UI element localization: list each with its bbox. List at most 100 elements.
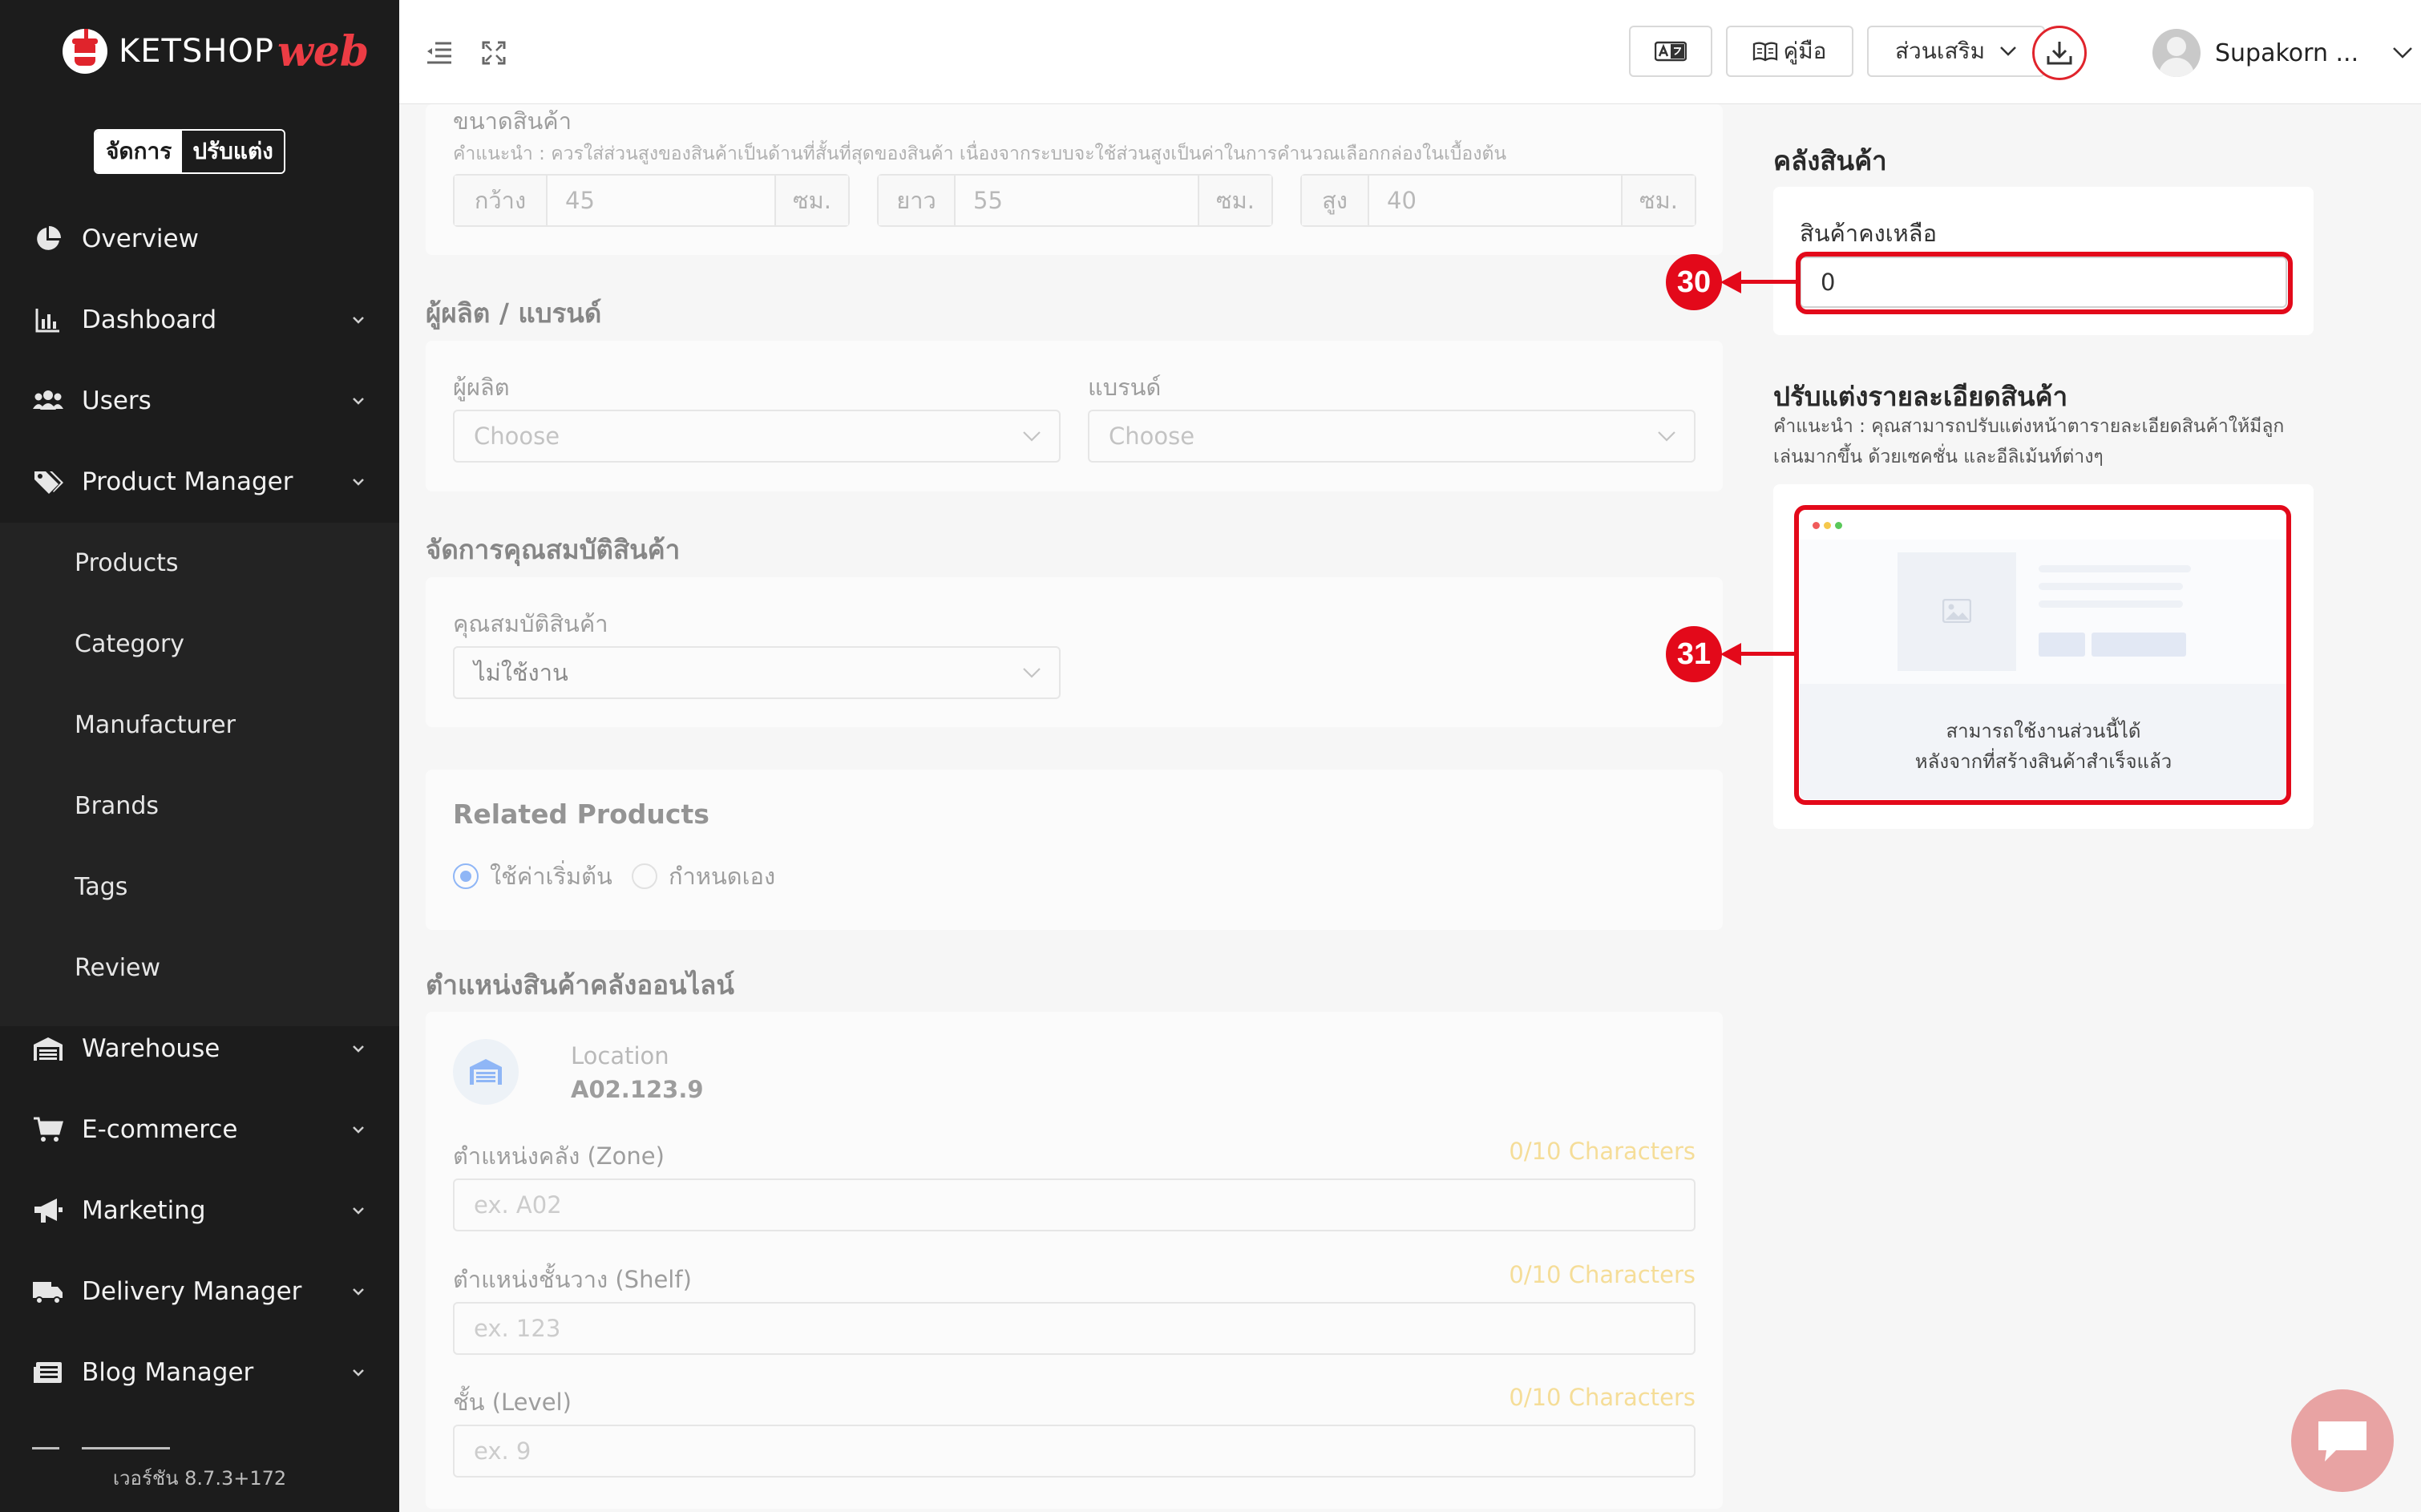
height-label: สูง [1302,176,1369,225]
users-icon [32,385,64,417]
chevron-down-icon [353,1369,364,1377]
length-input[interactable]: ยาว 55 ซม. [877,174,1273,227]
location-code: A02.123.9 [571,1076,704,1103]
shelf-placeholder: ex. 123 [474,1315,561,1342]
sidebar-item-overview[interactable]: Overview [0,199,399,279]
sidebar-subitem-products[interactable]: Products [0,523,399,603]
height-value: 40 [1387,187,1417,214]
sidebar-item-users[interactable]: Users [0,361,399,441]
warehouse-icon [32,1033,64,1065]
top-header: คู่มือ ส่วนเสริม Supakorn ... [399,0,2421,104]
attributes-value: ไม่ใช้งาน [474,659,568,686]
chevron-down-icon [353,479,364,486]
length-unit: ซม. [1198,176,1271,225]
length-label: ยาว [879,176,956,225]
sidebar-subitem-review[interactable]: Review [0,928,399,1008]
sidebar-subitem-brands[interactable]: Brands [0,766,399,846]
sidebar-subitem-label: Products [75,548,179,577]
annotation-marker-31: 31 [1666,626,1722,682]
brand-select[interactable]: Choose [1088,410,1696,463]
cart-icon [32,1114,64,1146]
sidebar-item-label: Blog Manager [82,1358,254,1387]
attributes-title: จัดการคุณสมบัติสินค้า [426,534,681,565]
mode-manage-button[interactable]: จัดการ [95,131,183,172]
related-custom-radio[interactable]: กำหนดเอง [632,858,775,895]
app-version: เวอร์ชัน 8.7.3+172 [112,1467,287,1490]
user-menu[interactable]: Supakorn ... [2152,26,2413,80]
sidebar-item-ecommerce[interactable]: E-commerce [0,1090,399,1170]
collapse-sidebar-icon[interactable] [423,37,455,69]
avatar [2152,29,2201,77]
mode-customize-button[interactable]: ปรับแต่ง [182,131,284,172]
sidebar-item-dashboard[interactable]: Dashboard [0,280,399,360]
annotation-box-stock [1796,252,2293,314]
sidebar-item-warehouse[interactable]: Warehouse [0,1009,399,1089]
level-input[interactable]: ex. 9 [453,1425,1696,1478]
fullscreen-icon[interactable] [478,37,510,69]
sidebar-subitem-manufacturer[interactable]: Manufacturer [0,685,399,765]
sidebar-subitem-tags[interactable]: Tags [0,847,399,927]
pie-chart-icon [32,223,64,255]
manual-label: คู่มือ [1783,38,1827,64]
mode-toggle[interactable]: จัดการ ปรับแต่ง [94,129,285,174]
sidebar-item-label: Product Manager [82,467,293,496]
chevron-down-icon [353,1045,364,1053]
manual-button[interactable]: คู่มือ [1726,26,1853,77]
stock-label: สินค้าคงเหลือ [1800,220,1937,247]
sidebar-item-label: Warehouse [82,1034,220,1063]
manufacturer-label: ผู้ผลิต [453,374,510,401]
sidebar-subitem-category[interactable]: Category [0,604,399,684]
related-custom-label: กำหนดเอง [669,863,776,890]
width-label: กว้าง [455,176,548,225]
brand-placeholder: Choose [1109,422,1195,450]
height-input[interactable]: สูง 40 ซม. [1300,174,1696,227]
width-input[interactable]: กว้าง 45 ซม. [453,174,850,227]
chat-button[interactable] [2291,1389,2394,1492]
stock-title: คลังสินค้า [1773,145,1887,176]
download-button[interactable] [2032,26,2087,80]
chevron-down-icon [2000,46,2016,56]
zone-input[interactable]: ex. A02 [453,1178,1696,1231]
arrow-left-icon [1720,271,1741,293]
zone-placeholder: ex. A02 [474,1191,562,1219]
sidebar-item-marketing[interactable]: Marketing [0,1170,399,1251]
sidebar-item-label: Users [82,386,152,415]
sidebar: KETSHOP web จัดการ ปรับแต่ง Overview Das… [0,0,399,1512]
radio-unchecked-icon [632,863,657,889]
dimensions-title: ขนาดสินค้า [453,107,572,135]
brand-label: แบรนด์ [1088,374,1162,401]
truck-icon [32,1275,64,1308]
attributes-select[interactable]: ไม่ใช้งาน [453,646,1061,699]
chevron-down-icon [353,1288,364,1296]
radio-checked-icon [453,863,479,889]
book-icon [1753,42,1778,62]
related-default-radio[interactable]: ใช้ค่าเริ่มต้น [453,858,612,895]
level-label: ชั้น (Level) [453,1389,572,1416]
addons-label: ส่วนเสริม [1894,38,1986,64]
related-products-card [426,770,1723,930]
user-name: Supakorn ... [2215,38,2359,67]
sidebar-item-product-manager[interactable]: Product Manager [0,442,399,522]
brand-suffix: web [277,26,370,76]
shelf-label: ตำแหน่งชั้นวาง (Shelf) [453,1266,692,1293]
sidebar-item-label: Delivery Manager [82,1277,302,1306]
translate-button[interactable] [1629,26,1712,77]
addons-dropdown[interactable]: ส่วนเสริม [1867,26,2045,77]
annotation-arrow-customize [1740,652,1796,656]
location-caption: Location [571,1042,669,1069]
related-default-label: ใช้ค่าเริ่มต้น [490,863,612,890]
manufacturer-select[interactable]: Choose [453,410,1061,463]
chevron-down-icon [353,1207,364,1215]
shelf-input[interactable]: ex. 123 [453,1302,1696,1355]
chevron-down-icon [353,398,364,405]
megaphone-icon [32,1195,64,1227]
sidebar-subitem-label: Manufacturer [75,710,236,739]
sidebar-item-delivery-manager[interactable]: Delivery Manager [0,1251,399,1332]
sidebar-item-blog-manager[interactable]: Blog Manager [0,1332,399,1413]
customize-hint-line2: เล่นมากขึ้น ด้วยเซคชั่น และอีลิเม้นท์ต่า… [1773,447,2104,467]
chevron-down-icon [1023,668,1041,678]
newspaper-icon [32,1356,64,1389]
zone-char-counter: 0/10 Characters [1509,1138,1696,1165]
brand-logo[interactable]: KETSHOP web [63,24,369,79]
annotation-marker-30: 30 [1666,254,1722,310]
